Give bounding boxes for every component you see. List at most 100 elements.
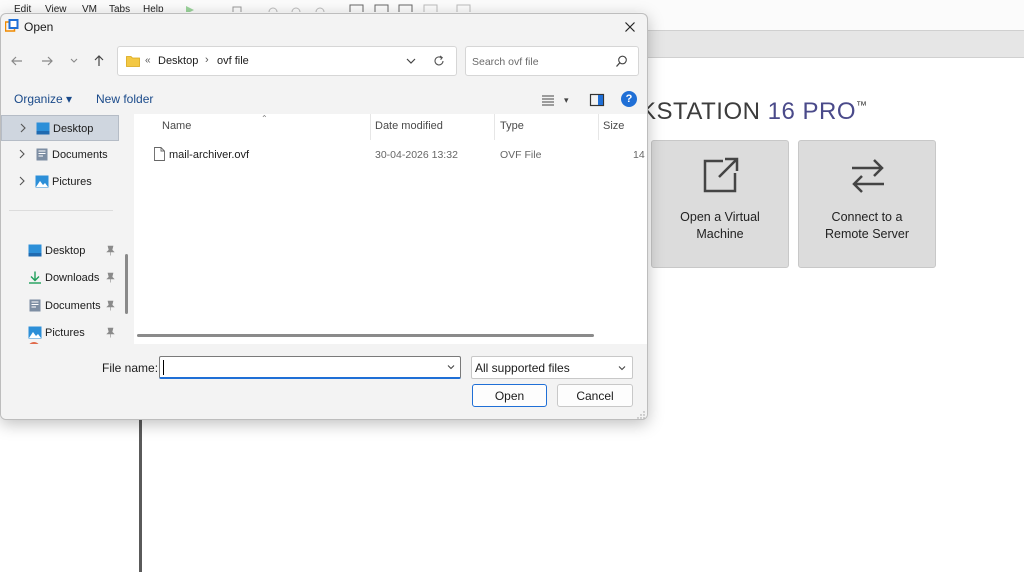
quick-access-downloads[interactable]: Downloads: [1, 265, 119, 291]
chevron-down-icon: [618, 366, 626, 371]
help-button[interactable]: ?: [621, 91, 637, 107]
preview-pane-icon[interactable]: [589, 92, 605, 108]
brand-tm: ™: [856, 100, 868, 112]
play-icon[interactable]: [184, 6, 196, 12]
menu-vm[interactable]: VM: [82, 4, 97, 12]
pin-icon[interactable]: [106, 272, 115, 283]
breadcrumb-ovf-file[interactable]: ovf file: [217, 55, 249, 67]
file-row[interactable]: mail-archiver.ovf 30-04-2026 13:32 OVF F…: [148, 144, 647, 166]
tree-label-documents: Documents: [52, 149, 108, 161]
change-view-button[interactable]: ▾: [542, 92, 572, 108]
menu-view[interactable]: View: [45, 4, 67, 12]
snapshot-icon[interactable]: [232, 6, 242, 12]
refresh-icon: [434, 55, 444, 66]
background-menubar: Edit View VM Tabs Help: [0, 0, 1024, 12]
close-button[interactable]: [619, 16, 641, 38]
view-mode-icons[interactable]: [349, 4, 474, 12]
file-name-combobox[interactable]: [159, 356, 461, 379]
search-icon[interactable]: [615, 55, 628, 68]
file-name-input[interactable]: [163, 359, 433, 375]
breadcrumb-separator[interactable]: ›: [205, 54, 209, 66]
file-name: mail-archiver.ovf: [169, 149, 250, 161]
address-overflow[interactable]: «: [145, 55, 151, 66]
back-button[interactable]: [7, 51, 27, 71]
pictures-folder-icon: [28, 326, 42, 339]
file-icon: [154, 147, 165, 161]
dialog-titlebar[interactable]: Open: [1, 14, 647, 40]
breadcrumb-desktop[interactable]: Desktop: [158, 55, 198, 67]
menu-help[interactable]: Help: [143, 4, 164, 12]
menu-tabs[interactable]: Tabs: [109, 4, 130, 12]
column-header-date-modified[interactable]: Date modified: [375, 120, 443, 138]
brand-number: 16: [767, 98, 796, 125]
view-menu-chevron: ▾: [564, 94, 569, 105]
swap-arrows-icon: [852, 159, 884, 193]
desktop-folder-icon: [28, 244, 42, 257]
nav-scrollbar[interactable]: [125, 254, 128, 314]
open-virtual-machine-tile[interactable]: Open a Virtual Machine: [651, 140, 789, 268]
address-history-dropdown[interactable]: [403, 54, 419, 68]
file-type: OVF File: [500, 149, 542, 161]
file-date-modified: 30-04-2026 13:32: [375, 149, 458, 161]
navigation-row: « Desktop › ovf file: [1, 44, 647, 78]
tree-item-desktop[interactable]: Desktop: [1, 115, 119, 141]
close-icon: [625, 22, 635, 32]
arrow-up-icon: [94, 55, 104, 66]
chevron-right-icon[interactable]: [17, 176, 27, 186]
organize-button[interactable]: Organize ▾: [14, 92, 72, 106]
column-header-type[interactable]: Type: [500, 120, 524, 138]
menu-edit[interactable]: Edit: [14, 4, 31, 12]
recent-locations-button[interactable]: [64, 51, 84, 71]
quick-access-documents[interactable]: Documents: [1, 293, 119, 319]
command-bar: Organize ▾ New folder ▾ ?: [1, 90, 647, 112]
up-button[interactable]: [89, 51, 109, 71]
search-box[interactable]: [465, 46, 639, 76]
resize-grip-icon[interactable]: [637, 411, 645, 419]
quick-label-desktop: Desktop: [45, 245, 86, 257]
navigation-pane: Desktop Documents Pictures Desktop Downl…: [1, 114, 133, 344]
quick-label-pictures: Pictures: [45, 327, 85, 339]
open-button[interactable]: Open: [472, 384, 547, 407]
refresh-button[interactable]: [431, 53, 447, 69]
downloads-folder-icon: [29, 271, 41, 284]
chevron-down-icon: [70, 58, 78, 63]
connect-remote-server-tile[interactable]: Connect to a Remote Server: [798, 140, 936, 268]
column-header-size[interactable]: Size: [603, 120, 624, 138]
tile-label-open-vm: Open a Virtual Machine: [680, 210, 760, 241]
quick-label-documents: Documents: [45, 300, 101, 312]
tree-item-documents[interactable]: Documents: [1, 142, 119, 168]
new-folder-button[interactable]: New folder: [96, 92, 153, 106]
file-type-filter-select[interactable]: All supported files: [471, 356, 633, 379]
column-separator[interactable]: [370, 114, 371, 140]
file-size: 14: [633, 149, 645, 161]
file-name-label: File name:: [102, 361, 159, 375]
forward-button[interactable]: [37, 51, 57, 71]
column-separator[interactable]: [494, 114, 495, 140]
cancel-button[interactable]: Cancel: [557, 384, 633, 407]
desktop-folder-icon: [36, 122, 50, 135]
pin-icon[interactable]: [106, 327, 115, 338]
dialog-footer: File name: All supported files Open Canc…: [1, 344, 647, 419]
chevron-right-icon[interactable]: [17, 149, 27, 159]
column-header-name[interactable]: Name: [162, 120, 191, 138]
pin-icon[interactable]: [106, 245, 115, 256]
column-separator[interactable]: [598, 114, 599, 140]
sort-ascending-icon: ⌃: [261, 114, 268, 123]
chevron-down-icon[interactable]: [446, 362, 456, 372]
address-bar[interactable]: « Desktop › ovf file: [117, 46, 457, 76]
snapshot-tools-icon[interactable]: [268, 6, 328, 12]
open-external-icon: [703, 157, 739, 193]
chevron-right-icon[interactable]: [18, 123, 28, 133]
list-view-icon: [542, 95, 554, 105]
quick-access-pictures[interactable]: Pictures: [1, 320, 119, 344]
dialog-title: Open: [24, 20, 54, 34]
brand-suffix: PRO: [795, 98, 857, 125]
documents-folder-icon: [29, 299, 41, 312]
tree-label-pictures: Pictures: [52, 176, 92, 188]
horizontal-scrollbar[interactable]: [137, 334, 594, 337]
brand-prefix: KSTATION: [640, 98, 768, 125]
tree-item-pictures[interactable]: Pictures: [1, 169, 119, 195]
quick-access-desktop[interactable]: Desktop: [1, 238, 119, 264]
pin-icon[interactable]: [106, 300, 115, 311]
search-input[interactable]: [472, 54, 612, 70]
